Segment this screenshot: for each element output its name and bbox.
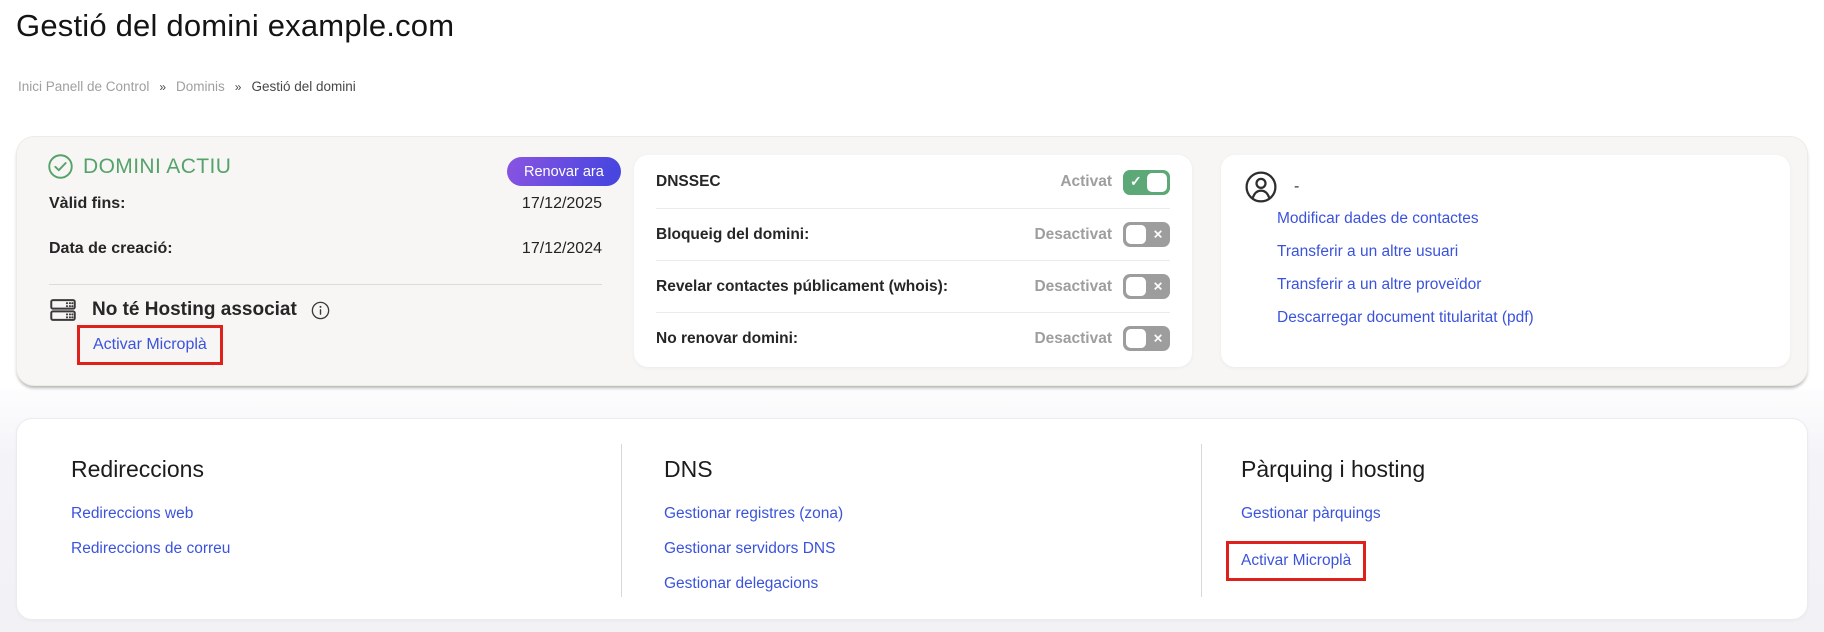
manage-dns-servers-link[interactable]: Gestionar servidors DNS	[664, 540, 843, 558]
setting-label: Revelar contactes públicament (whois):	[656, 277, 948, 295]
section-redirections: Redireccions Redireccions web Redireccio…	[71, 456, 230, 575]
owner-row: -	[1243, 169, 1299, 205]
server-icon	[47, 294, 79, 326]
toggle-knob	[1147, 172, 1167, 192]
section-dns: DNS Gestionar registres (zona) Gestionar…	[664, 456, 843, 610]
x-icon: ✕	[1152, 279, 1163, 294]
section-title: DNS	[664, 456, 713, 482]
contact-card: - Modificar dades de contactes Transferi…	[1221, 155, 1790, 367]
setting-row-whois: Revelar contactes públicament (whois): D…	[656, 260, 1170, 312]
creation-date-value: 17/12/2024	[521, 240, 602, 257]
management-card: Redireccions Redireccions web Redireccio…	[16, 418, 1808, 620]
dnssec-toggle[interactable]: ✓	[1123, 169, 1170, 195]
breadcrumb-separator: »	[234, 79, 242, 94]
modify-contacts-link[interactable]: Modificar dades de contactes	[1277, 202, 1534, 235]
activate-microplan-link[interactable]: Activar Microplà	[1241, 552, 1351, 570]
setting-row-domain-lock: Bloqueig del domini: Desactivat ✕	[656, 208, 1170, 260]
toggle-knob	[1126, 277, 1146, 296]
person-icon	[1243, 169, 1279, 205]
domain-settings-card: DNSSEC Activat ✓ Bloqueig del domini: De…	[634, 155, 1192, 367]
setting-state-text: Activat	[1060, 173, 1112, 190]
valid-until-row: Vàlid fins: 17/12/2025	[49, 195, 602, 213]
setting-label: Bloqueig del domini:	[656, 225, 810, 243]
breadcrumb: Inici Panell de Control » Dominis » Gest…	[18, 79, 356, 94]
section-parking-hosting: Pàrquing i hosting Gestionar pàrquings A…	[1226, 456, 1426, 581]
hosting-status-text: No té Hosting associat	[92, 299, 297, 320]
transfer-provider-link[interactable]: Transferir a un altre proveïdor	[1277, 268, 1534, 301]
no-renew-toggle[interactable]: ✕	[1123, 326, 1170, 351]
transfer-user-link[interactable]: Transferir a un altre usuari	[1277, 235, 1534, 268]
highlight-box: Activar Microplà	[1226, 541, 1367, 581]
manage-zone-records-link[interactable]: Gestionar registres (zona)	[664, 505, 843, 523]
toggle-knob	[1126, 329, 1146, 348]
domain-status-label: DOMINI ACTIU	[83, 154, 232, 178]
vertical-divider	[1201, 444, 1202, 597]
creation-date-row: Data de creació: 17/12/2024	[49, 240, 602, 258]
section-title: Redireccions	[71, 456, 204, 482]
setting-state-text: Desactivat	[1034, 277, 1112, 295]
domain-lock-toggle[interactable]: ✕	[1123, 222, 1170, 247]
domain-status: DOMINI ACTIU	[47, 153, 231, 180]
check-circle-icon	[47, 153, 74, 180]
manage-delegations-link[interactable]: Gestionar delegacions	[664, 575, 843, 593]
whois-toggle[interactable]: ✕	[1123, 274, 1170, 299]
manage-parkings-link[interactable]: Gestionar pàrquings	[1241, 505, 1425, 523]
setting-row-no-renew: No renovar domini: Desactivat ✕	[656, 312, 1170, 364]
valid-until-value: 17/12/2025	[521, 195, 602, 212]
toggle-knob	[1126, 225, 1146, 244]
setting-label: DNSSEC	[656, 173, 721, 190]
setting-label: No renovar domini:	[656, 329, 799, 347]
breadcrumb-item-domains[interactable]: Dominis	[176, 79, 225, 94]
section-title: Pàrquing i hosting	[1241, 456, 1426, 482]
vertical-divider	[621, 444, 622, 597]
breadcrumb-item-current: Gestió del domini	[251, 79, 356, 94]
page-title: Gestió del domini example.com	[16, 8, 455, 43]
download-ownership-pdf-link[interactable]: Descarregar document titularitat (pdf)	[1277, 301, 1534, 334]
hosting-status-row: No té Hosting associat	[47, 294, 331, 326]
contact-links: Modificar dades de contactes Transferir …	[1277, 202, 1534, 334]
web-redirections-link[interactable]: Redireccions web	[71, 505, 230, 523]
activate-microplan-link[interactable]: Activar Microplà	[93, 336, 207, 353]
horizontal-divider	[49, 284, 602, 285]
owner-name: -	[1294, 178, 1300, 195]
info-icon[interactable]	[310, 300, 331, 321]
creation-date-label: Data de creació:	[49, 240, 173, 257]
x-icon: ✕	[1152, 331, 1163, 346]
setting-row-dnssec: DNSSEC Activat ✓	[656, 156, 1170, 208]
breadcrumb-separator: »	[159, 79, 167, 94]
highlight-box: Activar Microplà	[77, 325, 223, 365]
setting-state-text: Desactivat	[1034, 329, 1112, 347]
mail-redirections-link[interactable]: Redireccions de correu	[71, 540, 230, 558]
breadcrumb-item-home[interactable]: Inici Panell de Control	[18, 79, 149, 94]
setting-state-text: Desactivat	[1034, 225, 1112, 243]
valid-until-label: Vàlid fins:	[49, 195, 126, 212]
check-icon: ✓	[1130, 173, 1142, 190]
x-icon: ✕	[1152, 227, 1163, 242]
renew-now-button[interactable]: Renovar ara	[507, 157, 621, 186]
